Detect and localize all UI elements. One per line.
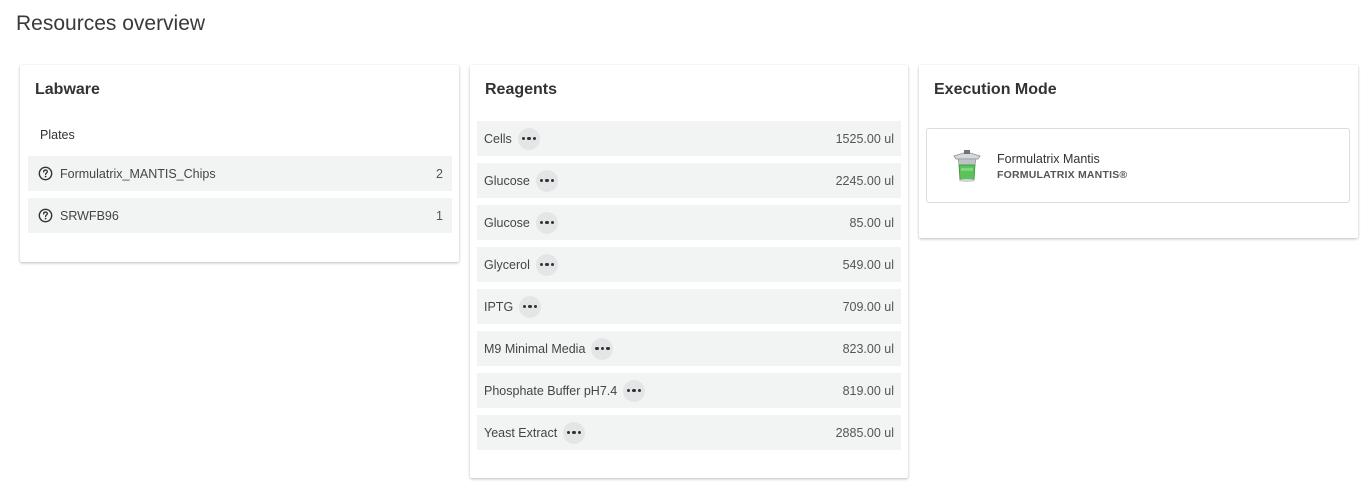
- reagent-name: Glycerol: [484, 257, 530, 272]
- labware-row[interactable]: Formulatrix_MANTIS_Chips 2: [28, 156, 452, 191]
- reagent-name: Phosphate Buffer pH7.4: [484, 383, 618, 398]
- plates-section-label: Plates: [40, 128, 75, 142]
- reagent-name: Glucose: [484, 173, 530, 188]
- device-option[interactable]: Formulatrix Mantis FORMULATRIX MANTIS®: [926, 128, 1350, 203]
- help-circle-icon: [38, 166, 53, 181]
- more-options-button[interactable]: [517, 127, 540, 150]
- more-options-button[interactable]: [591, 337, 614, 360]
- more-options-button[interactable]: [563, 421, 586, 444]
- more-options-button[interactable]: [535, 169, 558, 192]
- reagent-row: Phosphate Buffer pH7.4 819.00 ul: [477, 373, 901, 408]
- labware-name: SRWFB96: [60, 208, 119, 223]
- reagents-card: Reagents Cells 1525.00 ul Glucose 2245.0…: [470, 65, 908, 478]
- more-options-button[interactable]: [519, 295, 542, 318]
- reagent-amount: 2245.00 ul: [835, 173, 894, 188]
- reagent-amount: 1525.00 ul: [835, 131, 894, 146]
- reagents-title: Reagents: [485, 81, 558, 98]
- more-options-button[interactable]: [535, 211, 558, 234]
- labware-card: Labware Plates Formulatrix_MANTIS_Chips …: [20, 65, 459, 262]
- reagent-name: M9 Minimal Media: [484, 341, 586, 356]
- reagent-amount: 85.00 ul: [849, 215, 894, 230]
- more-options-button[interactable]: [535, 253, 558, 276]
- reagent-row: Cells 1525.00 ul: [477, 121, 901, 156]
- execution-mode-title: Execution Mode: [934, 81, 1057, 98]
- liquid-dispenser-icon: [953, 150, 981, 182]
- execution-mode-card: Execution Mode Formulatrix Mantis FORMUL…: [919, 65, 1358, 238]
- reagent-row: Glucose 2245.00 ul: [477, 163, 901, 198]
- help-circle-icon: [38, 208, 53, 223]
- reagent-amount: 819.00 ul: [842, 383, 894, 398]
- labware-name: Formulatrix_MANTIS_Chips: [60, 166, 216, 181]
- labware-count: 1: [436, 208, 443, 223]
- reagent-row: Glucose 85.00 ul: [477, 205, 901, 240]
- reagent-row: Yeast Extract 2885.00 ul: [477, 415, 901, 450]
- labware-title: Labware: [35, 81, 100, 98]
- reagent-amount: 549.00 ul: [842, 257, 894, 272]
- reagent-row: IPTG 709.00 ul: [477, 289, 901, 324]
- reagent-name: Yeast Extract: [484, 425, 558, 440]
- reagent-row: Glycerol 549.00 ul: [477, 247, 901, 282]
- reagent-row: M9 Minimal Media 823.00 ul: [477, 331, 901, 366]
- reagent-amount: 2885.00 ul: [835, 425, 894, 440]
- labware-row[interactable]: SRWFB96 1: [28, 198, 452, 233]
- reagent-amount: 823.00 ul: [842, 341, 894, 356]
- more-options-button[interactable]: [623, 379, 646, 402]
- labware-count: 2: [436, 166, 443, 181]
- device-name: Formulatrix Mantis: [997, 152, 1100, 166]
- device-model: FORMULATRIX MANTIS®: [997, 169, 1128, 181]
- reagent-amount: 709.00 ul: [842, 299, 894, 314]
- reagent-name: Glucose: [484, 215, 530, 230]
- page-title: Resources overview: [16, 12, 206, 35]
- reagent-name: Cells: [484, 131, 512, 146]
- reagent-name: IPTG: [484, 299, 514, 314]
